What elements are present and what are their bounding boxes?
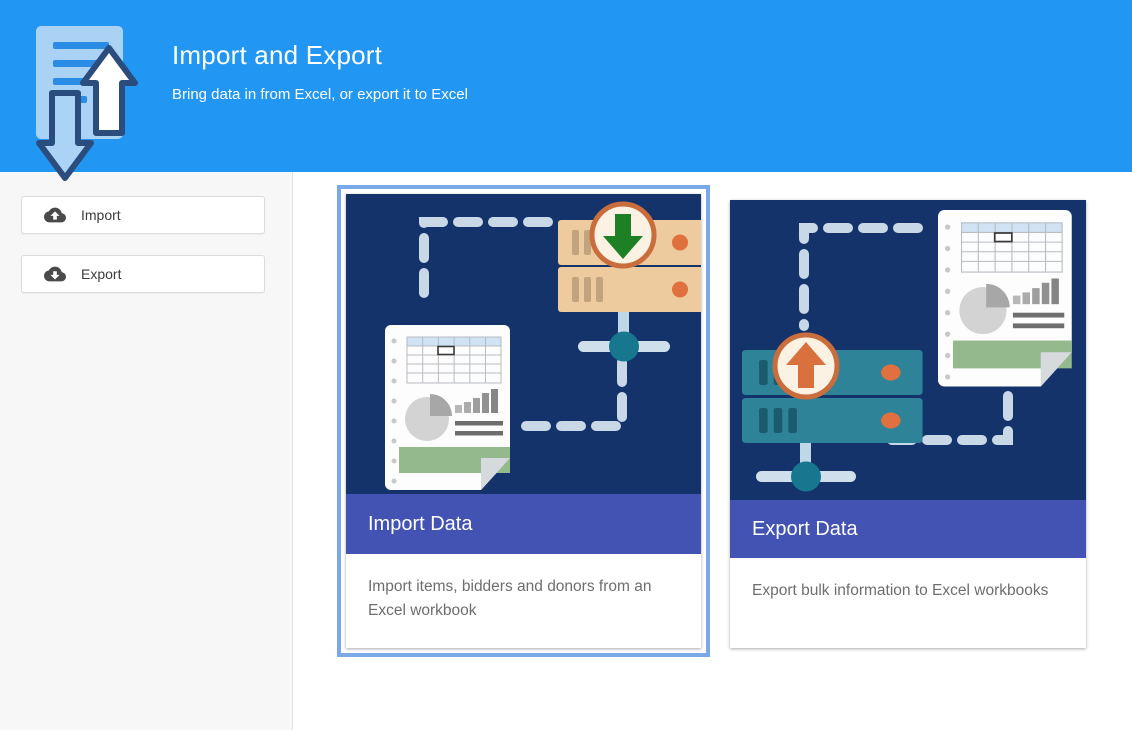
import-data-card-title: Import Data — [346, 494, 701, 554]
page-title: Import and Export — [172, 40, 468, 71]
cloud-upload-icon — [44, 207, 66, 223]
download-badge-icon — [592, 204, 654, 266]
card-row: Import Data Import items, bidders and do… — [294, 172, 1132, 657]
import-data-illustration — [346, 194, 701, 494]
cloud-download-icon — [44, 266, 66, 282]
import-data-card-description: Import items, bidders and donors from an… — [346, 554, 701, 648]
sidebar-item-import[interactable]: Import — [21, 196, 265, 234]
sidebar-item-label: Export — [81, 266, 121, 282]
upload-badge-icon — [775, 335, 837, 397]
import-export-logo-icon — [26, 12, 138, 184]
main-content: Import Data Import items, bidders and do… — [294, 172, 1132, 730]
page-header: Import and Export Bring data in from Exc… — [0, 0, 1132, 172]
import-data-card[interactable]: Import Data Import items, bidders and do… — [346, 194, 701, 648]
import-data-card-selection-border: Import Data Import items, bidders and do… — [337, 185, 710, 657]
export-data-card[interactable]: Export Data Export bulk information to E… — [730, 200, 1086, 648]
export-data-card-title: Export Data — [730, 500, 1086, 558]
sidebar-item-label: Import — [81, 207, 121, 223]
page-subtitle: Bring data in from Excel, or export it t… — [172, 86, 468, 103]
sidebar: Import Export — [0, 172, 293, 730]
export-data-illustration — [730, 200, 1086, 500]
excel-document-icon — [385, 325, 510, 490]
sidebar-item-export[interactable]: Export — [21, 255, 265, 293]
export-data-card-description: Export bulk information to Excel workboo… — [730, 558, 1086, 648]
excel-document-icon — [938, 210, 1072, 387]
